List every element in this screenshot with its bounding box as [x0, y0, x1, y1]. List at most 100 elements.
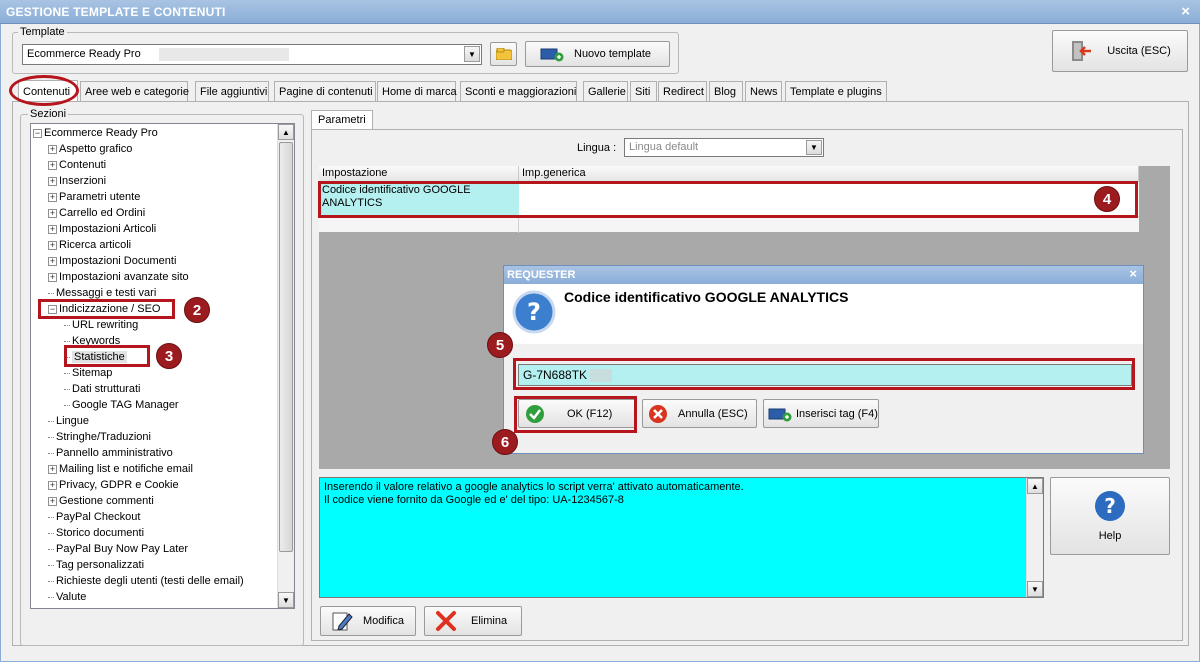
- tree-item[interactable]: + Impostazioni Articoli: [48, 221, 156, 237]
- new-template-label: Nuovo template: [574, 48, 652, 60]
- tree-item[interactable]: URL rewriting: [64, 317, 138, 333]
- tree-item[interactable]: + Privacy, GDPR e Cookie: [48, 477, 179, 493]
- tab-label: Blog: [714, 85, 737, 98]
- delete-label: Elimina: [471, 615, 508, 627]
- tab-1[interactable]: Aree web e categorie: [80, 81, 189, 101]
- tree-item[interactable]: − Ecommerce Ready Pro: [33, 125, 158, 141]
- chevron-down-icon[interactable]: ▼: [464, 46, 480, 62]
- help-text-line-2: Il codice viene fornito da Google ed e' …: [324, 494, 624, 506]
- tree-item[interactable]: Valute: [48, 589, 86, 605]
- tree-item[interactable]: Pannello amministrativo: [48, 445, 173, 461]
- tree-item[interactable]: Google TAG Manager: [64, 397, 179, 413]
- tree-scrollbar[interactable]: ▲ ▼: [277, 124, 294, 608]
- tab-5[interactable]: Sconti e maggiorazioni: [460, 81, 577, 101]
- tab-11[interactable]: Template e plugins: [785, 81, 887, 101]
- expand-icon[interactable]: +: [48, 256, 57, 266]
- tab-parametri[interactable]: Parametri: [311, 110, 373, 130]
- help-icon: ?: [1095, 491, 1125, 521]
- template-group-label: Template: [18, 26, 67, 38]
- tab-6[interactable]: Gallerie: [583, 81, 628, 101]
- tree-item[interactable]: + Carrello ed Ordini: [48, 205, 145, 221]
- tab-label: Template e plugins: [790, 85, 882, 98]
- tree-item[interactable]: Lingue: [48, 413, 89, 429]
- tree-item[interactable]: Storico documenti: [48, 525, 144, 541]
- delete-x-icon: [436, 611, 456, 631]
- tree-item-label: Ecommerce Ready Pro: [44, 127, 158, 139]
- tab-10[interactable]: News: [745, 81, 782, 101]
- delete-button[interactable]: Elimina: [424, 606, 522, 636]
- expand-icon[interactable]: +: [48, 160, 57, 170]
- expand-icon[interactable]: +: [48, 224, 57, 234]
- insert-tag-button[interactable]: Inserisci tag (F4): [763, 399, 879, 428]
- tree-item[interactable]: Stringhe/Traduzioni: [48, 429, 151, 445]
- tree-item[interactable]: + Ricerca articoli: [48, 237, 131, 253]
- tab-7[interactable]: Siti: [630, 81, 657, 101]
- language-select[interactable]: Lingua default ▼: [624, 138, 824, 157]
- tree-item[interactable]: + Contenuti: [48, 157, 106, 173]
- expand-icon[interactable]: +: [48, 240, 57, 250]
- cancel-button[interactable]: Annulla (ESC): [642, 399, 757, 428]
- expand-icon[interactable]: +: [48, 496, 57, 506]
- tree-items: − Ecommerce Ready Pro + Aspetto grafico + Con…: [33, 125, 278, 608]
- tree-item[interactable]: + Parametri utente: [48, 189, 140, 205]
- tree-item[interactable]: PayPal Checkout: [48, 509, 140, 525]
- close-icon[interactable]: ×: [1129, 266, 1137, 281]
- tree-item[interactable]: Tag personalizzati: [48, 557, 144, 573]
- tree-item[interactable]: + Aspetto grafico: [48, 141, 132, 157]
- scroll-down-icon[interactable]: ▼: [278, 592, 294, 608]
- tree-connector: [48, 420, 54, 422]
- edit-button[interactable]: Modifica: [320, 606, 416, 636]
- scroll-down-icon[interactable]: ▼: [1027, 581, 1043, 597]
- cancel-label: Annulla (ESC): [678, 407, 748, 420]
- annotation-badge-5: 5: [487, 332, 513, 358]
- tree-item-label: Messaggi e testi vari: [56, 287, 157, 299]
- expand-icon[interactable]: +: [48, 144, 57, 154]
- tree-item-label: Google TAG Manager: [72, 399, 179, 411]
- exit-button[interactable]: Uscita (ESC): [1052, 30, 1188, 72]
- tree-connector: [64, 372, 70, 374]
- tab-parametri-label: Parametri: [318, 114, 366, 126]
- collapse-icon[interactable]: −: [33, 128, 42, 138]
- template-select[interactable]: Ecommerce Ready Pro ▼: [22, 44, 482, 65]
- tree-item-label: Aspetto grafico: [59, 143, 133, 155]
- scroll-up-icon[interactable]: ▲: [1027, 478, 1043, 494]
- tree-item[interactable]: Sitemap: [64, 365, 112, 381]
- chevron-down-icon[interactable]: ▼: [806, 140, 822, 155]
- tab-3[interactable]: Pagine di contenuti: [274, 81, 376, 101]
- tab-label: Siti: [635, 85, 651, 98]
- tab-9[interactable]: Blog: [709, 81, 743, 101]
- tree-connector: [48, 580, 54, 582]
- expand-icon[interactable]: +: [48, 208, 57, 218]
- grid-empty-row: [319, 216, 1139, 233]
- tab-4[interactable]: Home di marca: [377, 81, 457, 101]
- tree-item[interactable]: + Inserzioni: [48, 173, 106, 189]
- expand-icon[interactable]: +: [48, 480, 57, 490]
- scroll-up-icon[interactable]: ▲: [278, 124, 294, 140]
- expand-icon[interactable]: +: [48, 176, 57, 186]
- expand-icon[interactable]: +: [48, 192, 57, 202]
- edit-icon: [332, 612, 353, 631]
- expand-icon[interactable]: +: [48, 464, 57, 474]
- tree-item[interactable]: + Gestione commenti: [48, 493, 154, 509]
- tab-2[interactable]: File aggiuntivi: [195, 81, 269, 101]
- tree-item[interactable]: PayPal Buy Now Pay Later: [48, 541, 188, 557]
- tree-item[interactable]: + Impostazioni avanzate sito: [48, 269, 189, 285]
- annotation-box-5: [513, 358, 1135, 390]
- tree-item[interactable]: + Mailing list e notifiche email: [48, 461, 193, 477]
- tab-8[interactable]: Redirect: [658, 81, 707, 101]
- tree-item[interactable]: Richieste degli utenti (testi delle emai…: [48, 573, 244, 589]
- new-template-button[interactable]: Nuovo template: [525, 41, 670, 67]
- annotation-box-2: [38, 299, 175, 319]
- expand-icon[interactable]: +: [48, 272, 57, 282]
- tab-label: Home di marca: [382, 85, 457, 98]
- help-textarea[interactable]: Inserendo il valore relativo a google an…: [319, 477, 1044, 598]
- scroll-thumb[interactable]: [279, 142, 293, 552]
- help-button[interactable]: ? Help: [1050, 477, 1170, 555]
- tree-item-label: Privacy, GDPR e Cookie: [59, 479, 179, 491]
- open-folder-button[interactable]: [490, 42, 517, 66]
- cancel-icon: [649, 404, 667, 423]
- help-scrollbar[interactable]: ▲ ▼: [1026, 478, 1043, 597]
- tree-item[interactable]: Dati strutturati: [64, 381, 140, 397]
- close-icon[interactable]: ×: [1181, 3, 1190, 20]
- tree-item[interactable]: + Impostazioni Documenti: [48, 253, 176, 269]
